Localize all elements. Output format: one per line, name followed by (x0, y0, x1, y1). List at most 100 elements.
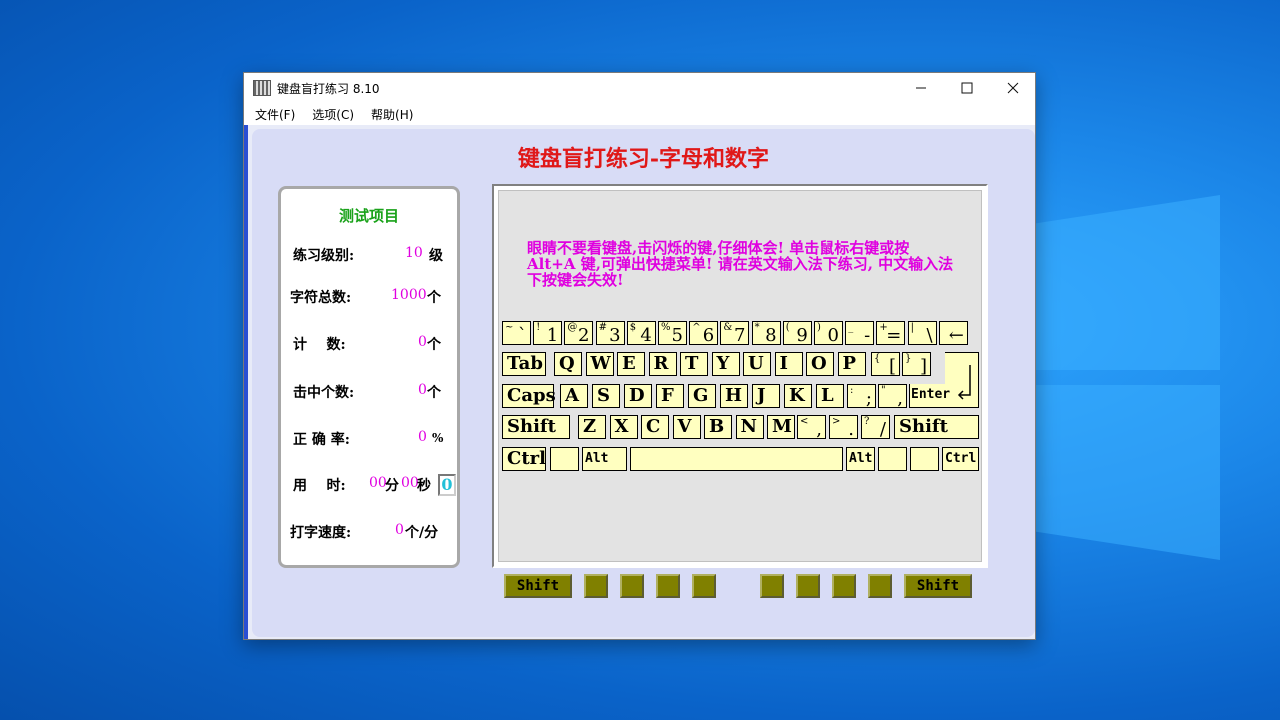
key-row1-7: & 7 (720, 321, 750, 346)
keyboard-frame: 眼睛不要看键盘,击闪烁的键,仔细体会! 单击鼠标右键或按 Alt+A 键,可弹出… (492, 184, 988, 568)
key-row1-13: | \ (907, 321, 937, 346)
minimize-button[interactable] (898, 73, 944, 103)
key-x: X (609, 415, 638, 439)
key-base-char: = (886, 325, 902, 346)
key-base-char: 5 (671, 325, 683, 346)
minimize-icon (916, 87, 926, 89)
key-label: O (811, 353, 827, 374)
keyboard-area[interactable]: 眼睛不要看键盘,击闪烁的键,仔细体会! 单击鼠标右键或按 Alt+A 键,可弹出… (498, 190, 982, 562)
key-base-char: ] (919, 356, 927, 377)
key-label: D (629, 385, 645, 406)
key-base-char: 0 (827, 325, 839, 346)
key-base-char: - (864, 325, 871, 346)
stat-total: 字符总数: 1000 个 (281, 287, 457, 307)
key-row1-12: + = (876, 321, 906, 346)
key-shift-char: ^ (692, 322, 701, 333)
window-title: 键盘盲打练习 8.10 (277, 81, 380, 96)
stat-level-unit: 级 (429, 248, 443, 264)
key-base-char: ; (865, 388, 872, 409)
key-label: N (740, 416, 757, 437)
finger-right-3 (868, 574, 892, 598)
key-label: I (779, 353, 788, 374)
close-button[interactable] (990, 73, 1036, 103)
key-row1-5: % 5 (658, 321, 687, 346)
key-c: C (641, 415, 669, 439)
stat-accuracy-label: 正 确 率: (293, 432, 350, 448)
key-row1-4: $4 (626, 321, 656, 346)
key-row1-6: ^ 6 (689, 321, 719, 346)
finger-shift-left: Shift (504, 574, 572, 598)
key-j: J (752, 384, 780, 408)
maximize-button[interactable] (944, 73, 990, 103)
key-shift-char: " (881, 385, 886, 396)
finger-left-1 (620, 574, 644, 598)
key-label: Alt (849, 451, 873, 466)
stat-speed: 打字速度: 0 个/分 (281, 522, 457, 542)
key-e: E (617, 352, 645, 376)
key-p: P (837, 352, 866, 376)
key-label: M (772, 416, 792, 437)
key-shift-char: } (905, 353, 912, 364)
key-base-char: 4 (640, 325, 652, 346)
key-base-char: ← (948, 325, 964, 346)
stat-accuracy-unit: % (432, 431, 444, 445)
stat-level-label: 练习级别: (293, 248, 355, 264)
key-label: V (677, 416, 692, 437)
key-row1-14: ← (938, 321, 968, 346)
key-label: Shift (899, 416, 948, 437)
key-shift-char: ! (536, 322, 541, 333)
finger-right-2 (832, 574, 856, 598)
app-icon (253, 80, 271, 96)
key-v: V (672, 415, 701, 439)
stat-total-value: 1000 (391, 287, 427, 303)
key-d: D (624, 384, 652, 408)
key-label: L (821, 385, 834, 406)
key-y: Y (711, 352, 740, 376)
key-s: S (592, 384, 620, 408)
key-bracket-0: {[ (871, 352, 900, 377)
stat-total-label: 字符总数: (290, 290, 352, 306)
key-row1-3: #3 (595, 321, 625, 346)
menu-bar: 文件(F) 选项(C) 帮助(H) (244, 103, 1035, 126)
menu-help[interactable]: 帮助(H) (365, 106, 419, 123)
key-label: Y (716, 353, 730, 374)
key-base-char: 6 (702, 325, 715, 346)
key-q: Q (554, 352, 582, 376)
finger-left-3 (692, 574, 716, 598)
key-h: H (720, 384, 748, 408)
timer-box: 0 (438, 474, 456, 496)
key-shift-char: | (910, 322, 914, 333)
finger-shift-right: Shift (904, 574, 972, 598)
key-punct4-0: <, (797, 415, 826, 440)
key-label: A (565, 385, 579, 406)
menu-file[interactable]: 文件(F) (249, 106, 301, 123)
key-base-char: ` (518, 325, 527, 346)
key-row1-2: @2 (564, 321, 594, 346)
key-shift-char: & (723, 322, 733, 333)
key-shift-char: : (850, 385, 854, 396)
key-shift-char: < (800, 416, 809, 427)
key-base-char: 9 (796, 325, 808, 346)
key-row1-0: ~ ` (502, 321, 531, 346)
stat-accuracy: 正 确 率: 0 % (281, 429, 457, 449)
key-blank-1 (550, 447, 579, 471)
key-blank-3 (910, 447, 939, 471)
menu-options[interactable]: 选项(C) (306, 106, 360, 123)
key-base-char: 3 (609, 325, 621, 346)
key-label: J (757, 385, 766, 406)
key-label: Q (559, 353, 575, 374)
stat-hits-value: 0 (418, 382, 427, 398)
key-shift-char: $ (629, 322, 637, 333)
key-b: B (704, 415, 732, 439)
key-ctrl-right: Ctrl (942, 447, 979, 471)
key-tab: Tab (502, 352, 546, 376)
stat-level-value: 10 (405, 245, 423, 261)
stat-accuracy-value: 0 (418, 429, 427, 445)
key-base-char: \ (926, 325, 933, 346)
key-shift-char: ( (785, 322, 790, 333)
key-label: F (661, 385, 674, 406)
finger-left-0 (584, 574, 608, 598)
key-shift-right: Shift (894, 415, 979, 439)
finger-right-1 (796, 574, 820, 598)
key-base-char: / (879, 419, 886, 440)
